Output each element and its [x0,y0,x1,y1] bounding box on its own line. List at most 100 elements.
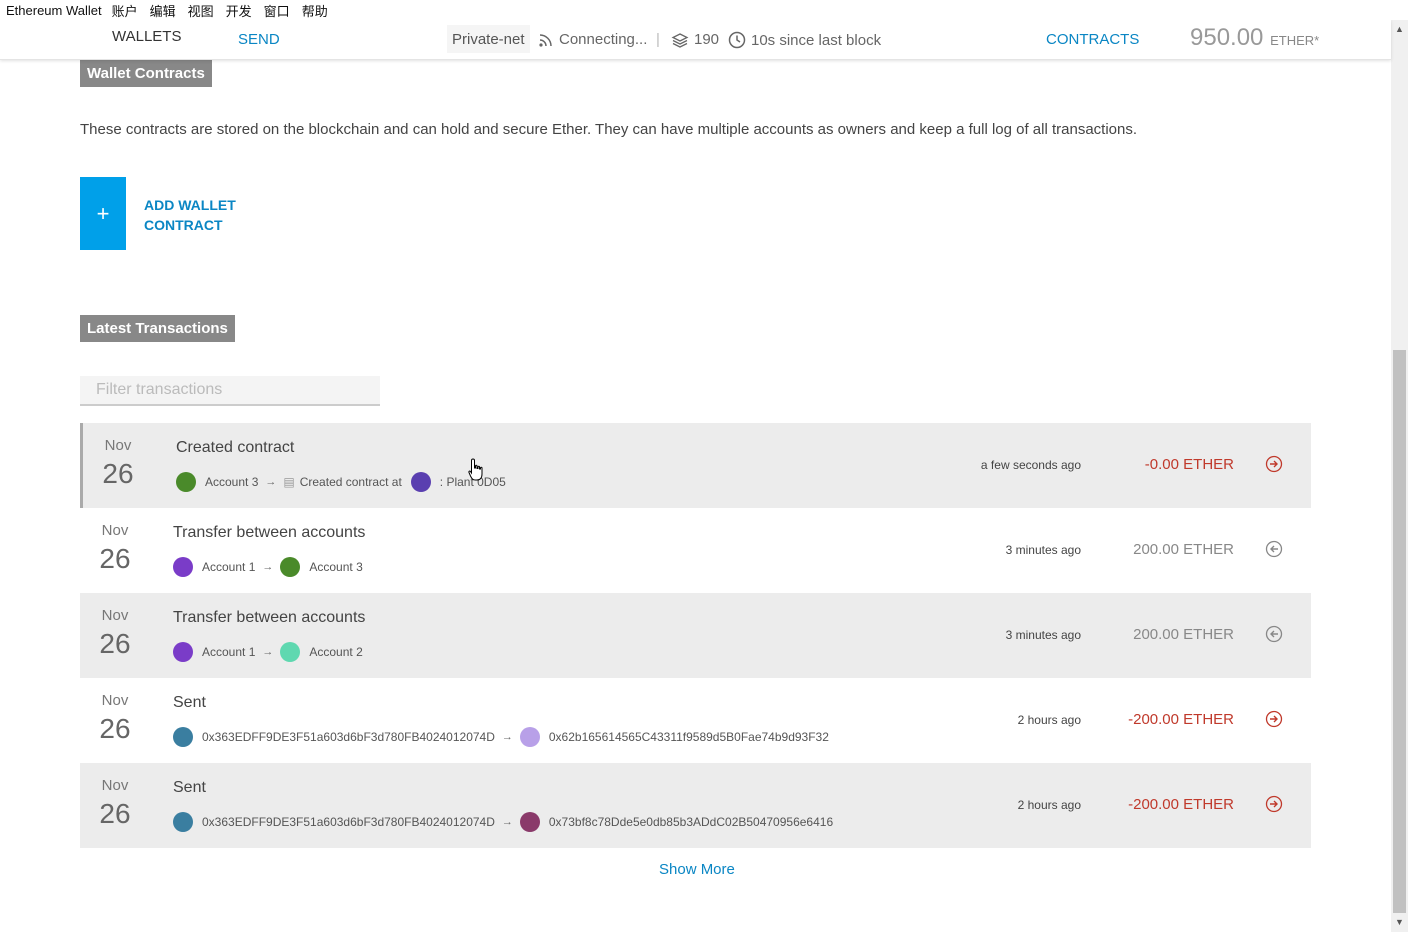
tx-day: 26 [99,798,131,829]
tx-parties: Account 1 → Account 2 [173,642,363,662]
add-wallet-contract-label[interactable]: ADD WALLET CONTRACT [144,195,254,235]
tx-month: Nov [104,437,132,454]
outgoing-arrow-icon[interactable] [1265,795,1283,813]
tx-title: Created contract [176,439,295,456]
tx-month: Nov [101,692,129,709]
tx-title: Sent [173,694,206,711]
menu-edit[interactable]: 编辑 [150,1,176,20]
tx-arrow: → [265,476,277,488]
block-number: 190 [671,31,719,48]
block-time: 10s since last block [728,31,881,49]
tx-to[interactable]: Account 2 [309,645,362,659]
tab-contracts[interactable]: CONTRACTS [1046,31,1139,48]
transaction-row[interactable]: Nov 26 Sent 0x363EDFF9DE3F51a603d6bF3d780FB… [80,678,1311,763]
from-avatar[interactable] [173,812,193,832]
tx-to[interactable]: 0x73bf8c78Dde5e0db85b3ADdC02B50470956e64… [549,815,833,829]
connection-status: Connecting... [538,31,647,48]
tx-time: 2 hours ago [1017,798,1081,812]
add-wallet-label-line1[interactable]: ADD WALLET [144,195,254,215]
tx-parties: 0x363EDFF9DE3F51a603d6bF3d780FB402401207… [173,812,833,832]
tx-time: a few seconds ago [980,458,1081,472]
to-avatar[interactable] [519,727,540,747]
to-avatar[interactable] [280,642,301,662]
tx-arrow: → [262,561,274,573]
balance-value: 950.00 [1190,24,1264,51]
menubar: Ethereum Wallet 账户 编辑 视图 开发 窗口 帮助 [0,0,1408,20]
tx-from[interactable]: Account 3 [205,475,258,489]
tab-wallets[interactable]: WALLETS [112,28,181,45]
from-avatar[interactable] [173,557,193,577]
scrollbar[interactable]: ▲ ▼ [1391,20,1408,932]
tx-time: 3 minutes ago [1005,628,1081,642]
from-avatar[interactable] [173,642,193,662]
latest-transactions-title: Latest Transactions [80,315,235,342]
outgoing-arrow-icon[interactable] [1265,710,1283,728]
tx-day: 26 [99,543,131,574]
add-wallet-label-line2[interactable]: CONTRACT [144,215,254,235]
hand-cursor-icon [468,458,483,481]
wallet-contracts-description: These contracts are stored on the blockc… [80,121,1138,138]
layers-icon [671,32,689,48]
tx-month: Nov [101,607,129,624]
from-avatar[interactable] [176,472,196,492]
document-icon: ▤ [283,475,295,489]
incoming-arrow-icon[interactable] [1265,625,1283,643]
tx-day: 26 [99,713,131,744]
menu-develop[interactable]: 开发 [226,1,252,20]
connection-label: Connecting... [559,31,648,48]
tx-time: 3 minutes ago [1005,543,1081,557]
tx-to[interactable]: 0x62b165614565C43311f9589d5B0Fae74b9d93F… [549,730,829,744]
tab-send[interactable]: SEND [238,31,280,48]
tx-from[interactable]: 0x363EDFF9DE3F51a603d6bF3d780FB402401207… [202,730,495,744]
tx-amount: -200.00 ETHER [1128,711,1234,728]
scroll-thumb[interactable] [1393,350,1406,913]
tx-from[interactable]: Account 1 [202,645,255,659]
tx-parties: Account 3 → ▤ Created contract at: Plant 0D… [176,472,506,492]
tx-month: Nov [101,522,129,539]
block-number-label: 190 [694,31,720,48]
tx-from[interactable]: Account 1 [202,560,255,574]
filter-transactions-input[interactable] [80,376,380,406]
incoming-arrow-icon[interactable] [1265,540,1283,558]
to-avatar[interactable] [280,557,301,577]
wallet-contracts-title: Wallet Contracts [80,60,212,87]
add-wallet-contract-button[interactable]: + [80,177,126,250]
to-avatar[interactable] [519,812,540,832]
network-name: Private-net [447,25,530,53]
tx-to[interactable]: Account 3 [309,560,362,574]
tx-title: Transfer between accounts [173,524,366,541]
tx-amount: -200.00 ETHER [1128,796,1234,813]
tx-amount: -0.00 ETHER [1144,456,1234,473]
outgoing-arrow-icon[interactable] [1265,455,1283,473]
menu-window[interactable]: 窗口 [264,1,290,20]
tx-from[interactable]: 0x363EDFF9DE3F51a603d6bF3d780FB402401207… [202,815,495,829]
tx-arrow: → [262,646,274,658]
transaction-row[interactable]: Nov 26 Transfer between accounts Account 1 →… [80,508,1311,593]
tx-arrow: → [501,816,513,828]
tx-month: Nov [101,777,129,794]
app-title: Ethereum Wallet [6,2,102,18]
scroll-up-arrow-icon[interactable]: ▲ [1395,24,1404,34]
from-avatar[interactable] [173,727,193,747]
rss-icon [539,33,552,47]
status-separator: | [656,31,660,48]
menu-account[interactable]: 账户 [112,1,138,20]
tx-title: Transfer between accounts [173,609,366,626]
tx-parties: Account 1 → Account 3 [173,557,363,577]
tx-title: Sent [173,779,206,796]
show-more-link[interactable]: Show More [659,861,735,878]
scroll-down-arrow-icon[interactable]: ▼ [1395,917,1404,927]
tx-amount: 200.00 ETHER [1133,626,1234,643]
tx-parties: 0x363EDFF9DE3F51a603d6bF3d780FB402401207… [173,727,829,747]
transaction-row[interactable]: Nov 26 Transfer between accounts Account 1 →… [80,593,1311,678]
to-avatar[interactable] [410,472,431,492]
total-balance: 950.00 ETHER* [1190,24,1319,52]
balance-unit: ETHER* [1270,33,1320,48]
menu-help[interactable]: 帮助 [302,1,328,20]
menu-view[interactable]: 视图 [188,1,214,20]
tx-amount: 200.00 ETHER [1133,541,1234,558]
tx-day: 26 [102,458,134,489]
transaction-row[interactable]: Nov 26 Sent 0x363EDFF9DE3F51a603d6bF3d780FB… [80,763,1311,848]
transaction-row[interactable]: Nov 26 Created contract Account 3 → ▤ Created … [80,423,1311,508]
tx-day: 26 [99,628,131,659]
